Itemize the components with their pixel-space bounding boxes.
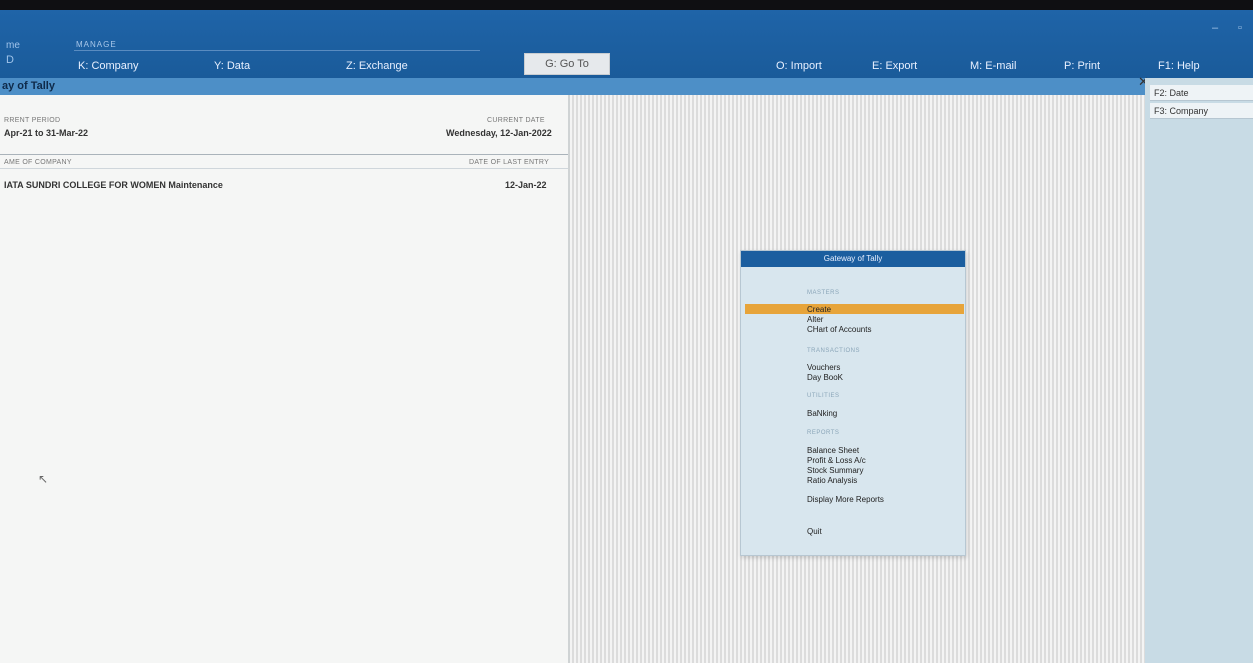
menu-item-chart-of-accounts[interactable]: CHart of Accounts xyxy=(807,325,871,334)
mouse-pointer-icon: ↖ xyxy=(38,472,49,486)
current-period-value: Apr-21 to 31-Mar-22 xyxy=(4,128,89,138)
utilities-section-label: UTILITIES xyxy=(807,393,840,399)
help-menu[interactable]: F1: Help xyxy=(1158,60,1200,72)
top-menu-bar: me D MANAGE K: Company Y: Data Z: Exchan… xyxy=(0,10,1253,78)
current-date-label: CURRENT DATE xyxy=(487,117,545,124)
menu-item-balance-sheet[interactable]: Balance Sheet xyxy=(807,446,859,455)
gateway-menu: Gateway of Tally MASTERS Create Alter CH… xyxy=(740,250,966,556)
manage-divider xyxy=(74,50,480,51)
f3-company-button[interactable]: F3: Company xyxy=(1150,103,1253,119)
masters-section-label: MASTERS xyxy=(807,290,840,296)
date-of-last-entry-label: DATE OF LAST ENTRY xyxy=(469,159,550,166)
transactions-section-label: TRANSACTIONS xyxy=(807,348,861,354)
selection-highlight xyxy=(745,304,964,314)
last-entry-date: 12-Jan-22 xyxy=(505,180,547,190)
import-menu[interactable]: O: Import xyxy=(776,60,822,72)
title-strip: ay of Tally xyxy=(0,78,1145,95)
menu-item-display-more-reports[interactable]: Display More Reports xyxy=(807,495,884,504)
data-menu[interactable]: Y: Data xyxy=(214,60,250,72)
manage-label: MANAGE xyxy=(76,40,117,49)
home-key[interactable]: D xyxy=(6,54,14,66)
tally-screen: me D MANAGE K: Company Y: Data Z: Exchan… xyxy=(0,10,1253,663)
goto-button[interactable]: G: Go To xyxy=(524,53,610,75)
exchange-menu[interactable]: Z: Exchange xyxy=(346,60,408,72)
restore-icon[interactable]: ▫ xyxy=(1238,22,1242,34)
menu-item-banking[interactable]: BaNking xyxy=(807,409,837,418)
right-button-bar: F2: Date F3: Company xyxy=(1145,78,1253,663)
menu-item-profit-loss[interactable]: Profit & Loss A/c xyxy=(807,456,866,465)
email-menu[interactable]: M: E-mail xyxy=(970,60,1016,72)
company-name[interactable]: IATA SUNDRI COLLEGE FOR WOMEN Maintenanc… xyxy=(4,180,223,190)
company-menu[interactable]: K: Company xyxy=(78,60,139,72)
current-period-label: RRENT PERIOD xyxy=(4,117,61,124)
print-menu[interactable]: P: Print xyxy=(1064,60,1100,72)
current-date-value: Wednesday, 12-Jan-2022 xyxy=(446,128,552,138)
export-menu[interactable]: E: Export xyxy=(872,60,917,72)
company-info-panel: RRENT PERIOD Apr-21 to 31-Mar-22 CURRENT… xyxy=(0,95,568,663)
page-title: ay of Tally xyxy=(2,80,55,92)
name-of-company-label: AME OF COMPANY xyxy=(4,159,72,166)
menu-item-vouchers[interactable]: Vouchers xyxy=(807,363,840,372)
menu-item-create[interactable]: Create xyxy=(807,305,831,314)
menu-item-ratio-analysis[interactable]: Ratio Analysis xyxy=(807,476,857,485)
home-label: me xyxy=(6,40,20,51)
menu-item-alter[interactable]: Alter xyxy=(807,315,823,324)
f2-date-button[interactable]: F2: Date xyxy=(1150,85,1253,101)
gateway-title: Gateway of Tally xyxy=(741,251,965,267)
header-divider xyxy=(0,154,568,155)
minimize-icon[interactable]: – xyxy=(1212,22,1218,34)
menu-item-quit[interactable]: Quit xyxy=(807,527,822,536)
menu-item-day-book[interactable]: Day BooK xyxy=(807,373,843,382)
menu-item-stock-summary[interactable]: Stock Summary xyxy=(807,466,863,475)
reports-section-label: REPORTS xyxy=(807,430,840,436)
column-divider xyxy=(0,168,568,169)
